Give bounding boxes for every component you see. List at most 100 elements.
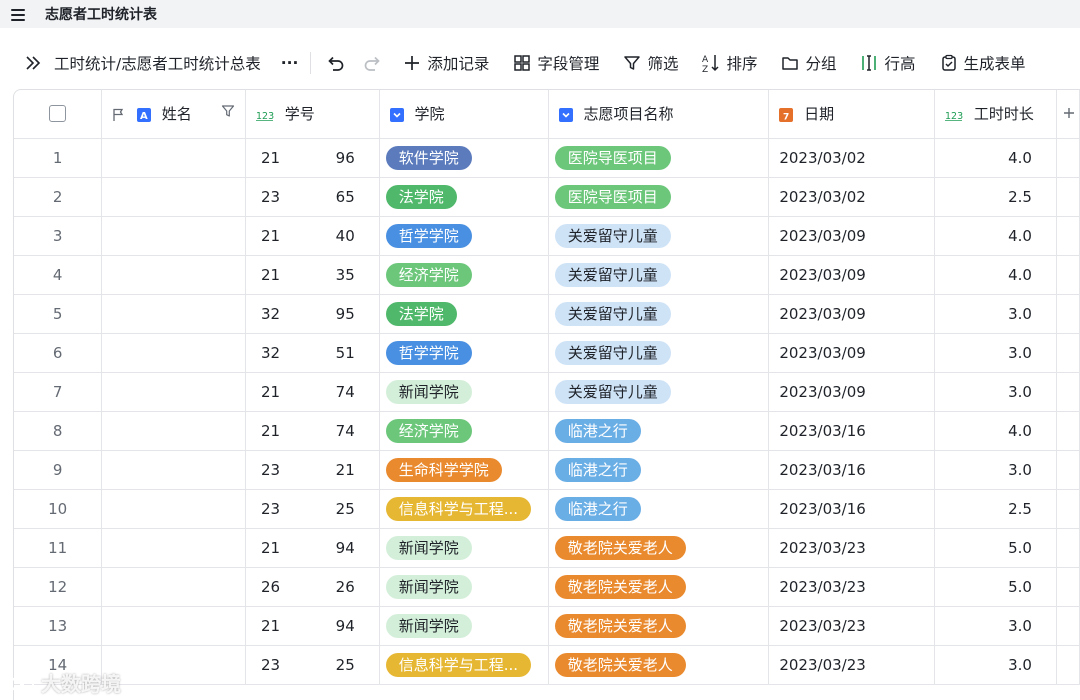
undo-button[interactable] <box>325 37 345 89</box>
row-index[interactable]: 1 <box>14 138 103 178</box>
table-row[interactable]: 12 26 26 新闻学院 敬老院关爱老人 2023/03/23 5.0 <box>14 567 1080 607</box>
table-row[interactable]: 14 23 25 信息科学与工程... 敬老院关爱老人 2023/03/23 3.0 <box>14 645 1080 685</box>
column-header-name[interactable]: A 姓名 <box>101 90 246 139</box>
date-cell[interactable]: 2023/03/16 <box>768 450 936 490</box>
college-cell[interactable]: 新闻学院 <box>379 528 549 568</box>
table-row[interactable]: 9 23 21 生命科学学院 临港之行 2023/03/16 3.0 <box>14 450 1080 490</box>
project-cell[interactable]: 临港之行 <box>548 489 770 529</box>
hours-cell[interactable]: 5.0 <box>934 567 1057 607</box>
column-header-college[interactable]: 学院 <box>379 90 549 139</box>
hours-cell[interactable]: 3.0 <box>934 450 1057 490</box>
date-cell[interactable]: 2023/03/23 <box>768 606 936 646</box>
student-id-cell[interactable]: 23 25 <box>245 489 380 529</box>
project-cell[interactable]: 敬老院关爱老人 <box>548 645 770 685</box>
student-id-cell[interactable]: 23 65 <box>245 177 380 217</box>
table-row[interactable]: 8 21 74 经济学院 临港之行 2023/03/16 4.0 <box>14 411 1080 451</box>
table-row[interactable]: 5 32 95 法学院 关爱留守儿童 2023/03/09 3.0 <box>14 294 1080 334</box>
table-row[interactable]: 3 21 40 哲学学院 关爱留守儿童 2023/03/09 4.0 <box>14 216 1080 256</box>
table-row[interactable]: 11 21 94 新闻学院 敬老院关爱老人 2023/03/23 5.0 <box>14 528 1080 568</box>
add-column-button[interactable] <box>1056 90 1080 139</box>
row-index[interactable]: 12 <box>14 567 103 607</box>
hours-cell[interactable]: 2.5 <box>934 489 1057 529</box>
project-cell[interactable]: 临港之行 <box>548 450 770 490</box>
expand-sidebar-button[interactable] <box>24 37 42 89</box>
menu-icon[interactable] <box>11 8 25 21</box>
row-height-button[interactable]: 行高 <box>860 37 916 89</box>
college-cell[interactable]: 新闻学院 <box>379 372 549 412</box>
project-cell[interactable]: 关爱留守儿童 <box>548 216 770 256</box>
row-index[interactable]: 9 <box>14 450 103 490</box>
name-cell[interactable] <box>101 255 246 295</box>
hours-cell[interactable]: 4.0 <box>934 216 1057 256</box>
college-cell[interactable]: 法学院 <box>379 177 549 217</box>
name-cell[interactable] <box>101 333 246 373</box>
name-cell[interactable] <box>101 567 246 607</box>
hours-cell[interactable]: 5.0 <box>934 528 1057 568</box>
filter-icon[interactable] <box>221 104 235 122</box>
college-cell[interactable]: 经济学院 <box>379 411 549 451</box>
filter-button[interactable]: 筛选 <box>623 37 678 89</box>
field-manage-button[interactable]: 字段管理 <box>513 37 599 89</box>
add-record-button[interactable]: 添加记录 <box>403 37 489 89</box>
project-cell[interactable]: 医院导医项目 <box>548 177 770 217</box>
row-index[interactable]: 6 <box>14 333 103 373</box>
name-cell[interactable] <box>101 216 246 256</box>
project-cell[interactable]: 医院导医项目 <box>548 138 770 178</box>
table-row[interactable]: 6 32 51 哲学学院 关爱留守儿童 2023/03/09 3.0 <box>14 333 1080 373</box>
more-options-button[interactable]: ··· <box>281 37 299 89</box>
table-row[interactable]: 7 21 74 新闻学院 关爱留守儿童 2023/03/09 3.0 <box>14 372 1080 412</box>
date-cell[interactable]: 2023/03/23 <box>768 528 936 568</box>
name-cell[interactable] <box>101 411 246 451</box>
college-cell[interactable]: 生命科学学院 <box>379 450 549 490</box>
column-header-date[interactable]: 7 日期 <box>768 90 936 139</box>
project-cell[interactable]: 敬老院关爱老人 <box>548 567 770 607</box>
name-cell[interactable] <box>101 450 246 490</box>
date-cell[interactable]: 2023/03/02 <box>768 177 936 217</box>
row-index[interactable]: 10 <box>14 489 103 529</box>
hours-cell[interactable]: 4.0 <box>934 255 1057 295</box>
hours-cell[interactable]: 3.0 <box>934 294 1057 334</box>
date-cell[interactable]: 2023/03/09 <box>768 294 936 334</box>
student-id-cell[interactable]: 23 21 <box>245 450 380 490</box>
date-cell[interactable]: 2023/03/09 <box>768 216 936 256</box>
student-id-cell[interactable]: 32 51 <box>245 333 380 373</box>
hours-cell[interactable]: 4.0 <box>934 138 1057 178</box>
college-cell[interactable]: 哲学学院 <box>379 216 549 256</box>
table-row[interactable]: 2 23 65 法学院 医院导医项目 2023/03/02 2.5 <box>14 177 1080 217</box>
project-cell[interactable]: 关爱留守儿童 <box>548 294 770 334</box>
project-cell[interactable]: 关爱留守儿童 <box>548 255 770 295</box>
name-cell[interactable] <box>101 489 246 529</box>
student-id-cell[interactable]: 21 94 <box>245 528 380 568</box>
select-all-header[interactable] <box>14 90 103 139</box>
student-id-cell[interactable]: 23 25 <box>245 645 380 685</box>
redo-button[interactable] <box>363 37 383 89</box>
row-index[interactable]: 5 <box>14 294 103 334</box>
student-id-cell[interactable]: 21 94 <box>245 606 380 646</box>
project-cell[interactable]: 敬老院关爱老人 <box>548 528 770 568</box>
date-cell[interactable]: 2023/03/23 <box>768 567 936 607</box>
hours-cell[interactable]: 4.0 <box>934 411 1057 451</box>
college-cell[interactable]: 新闻学院 <box>379 567 549 607</box>
row-index[interactable]: 2 <box>14 177 103 217</box>
table-row[interactable]: 4 21 35 经济学院 关爱留守儿童 2023/03/09 4.0 <box>14 255 1080 295</box>
student-id-cell[interactable]: 21 74 <box>245 411 380 451</box>
row-index[interactable]: 11 <box>14 528 103 568</box>
row-index[interactable]: 3 <box>14 216 103 256</box>
row-index[interactable]: 7 <box>14 372 103 412</box>
group-button[interactable]: 分组 <box>781 37 836 89</box>
college-cell[interactable]: 信息科学与工程... <box>379 489 549 529</box>
college-cell[interactable]: 经济学院 <box>379 255 549 295</box>
college-cell[interactable]: 哲学学院 <box>379 333 549 373</box>
name-cell[interactable] <box>101 138 246 178</box>
column-header-project[interactable]: 志愿项目名称 <box>548 90 770 139</box>
column-header-hours[interactable]: 123 工时时长 <box>934 90 1057 139</box>
student-id-cell[interactable]: 21 74 <box>245 372 380 412</box>
date-cell[interactable]: 2023/03/09 <box>768 333 936 373</box>
table-row[interactable]: 13 21 94 新闻学院 敬老院关爱老人 2023/03/23 3.0 <box>14 606 1080 646</box>
date-cell[interactable]: 2023/03/16 <box>768 411 936 451</box>
sort-button[interactable]: AZ 排序 <box>702 37 757 89</box>
column-header-student-id[interactable]: 123 学号 <box>245 90 380 139</box>
date-cell[interactable]: 2023/03/09 <box>768 255 936 295</box>
college-cell[interactable]: 信息科学与工程... <box>379 645 549 685</box>
row-index[interactable]: 13 <box>14 606 103 646</box>
